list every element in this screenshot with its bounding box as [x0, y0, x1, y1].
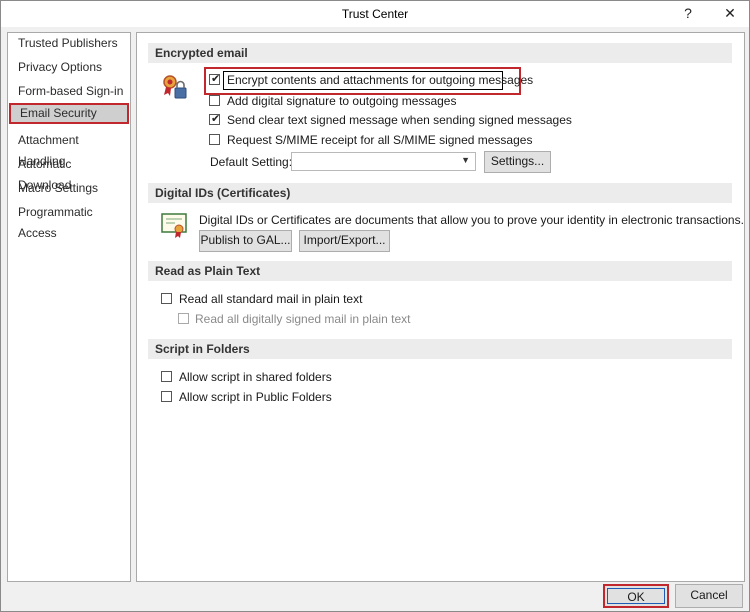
default-setting-label: Default Setting:: [210, 155, 293, 169]
encrypt-contents-checkbox[interactable]: ✔: [209, 73, 220, 85]
publish-to-gal-button[interactable]: Publish to GAL...: [199, 230, 292, 252]
trust-center-dialog: Trust Center ? ✕ Trusted Publishers Priv…: [0, 0, 750, 612]
section-header-script-folders: Script in Folders: [148, 339, 732, 359]
sidebar-item-form-based-sign-in[interactable]: Form-based Sign-in: [12, 81, 126, 102]
sidebar-item-trusted-publishers[interactable]: Trusted Publishers: [12, 33, 126, 54]
section-header-encrypted-email: Encrypted email: [148, 43, 732, 63]
clear-text-label: Send clear text signed message when send…: [227, 113, 572, 127]
read-signed-plain-checkbox: [178, 313, 189, 324]
read-standard-plain-checkbox[interactable]: [161, 293, 172, 304]
read-signed-plain-label: Read all digitally signed mail in plain …: [195, 312, 411, 326]
smime-receipt-checkbox[interactable]: [209, 134, 220, 145]
add-signature-label: Add digital signature to outgoing messag…: [227, 94, 457, 108]
sidebar-item-email-security[interactable]: Email Security: [9, 103, 129, 124]
certificate-lock-icon: [163, 75, 187, 99]
allow-script-shared-checkbox[interactable]: [161, 371, 172, 382]
default-setting-select[interactable]: ▼: [291, 152, 476, 171]
allow-script-shared-label: Allow script in shared folders: [179, 370, 332, 384]
ok-button[interactable]: OK: [603, 584, 669, 608]
ok-button-label: OK: [607, 588, 665, 604]
sidebar-item-programmatic-access[interactable]: Programmatic Access: [12, 202, 126, 240]
content-panel: Encrypted email ✔ Encrypt contents and a…: [136, 32, 745, 582]
clear-text-checkbox[interactable]: ✔: [209, 113, 220, 125]
chevron-down-icon: ▼: [461, 155, 470, 165]
certificate-icon: [161, 213, 187, 238]
dialog-title: Trust Center: [341, 7, 409, 21]
allow-script-public-checkbox[interactable]: [161, 391, 172, 402]
close-button[interactable]: ✕: [719, 5, 741, 22]
help-button[interactable]: ?: [677, 5, 699, 21]
cancel-button[interactable]: Cancel: [675, 584, 743, 608]
smime-receipt-label: Request S/MIME receipt for all S/MIME si…: [227, 133, 533, 147]
add-signature-checkbox[interactable]: [209, 95, 220, 106]
section-header-digital-ids: Digital IDs (Certificates): [148, 183, 732, 203]
digital-ids-description: Digital IDs or Certificates are document…: [199, 213, 744, 227]
section-header-plain-text: Read as Plain Text: [148, 261, 732, 281]
settings-button[interactable]: Settings...: [484, 151, 551, 173]
import-export-button[interactable]: Import/Export...: [299, 230, 390, 252]
sidebar-item-automatic-download[interactable]: Automatic Download: [12, 154, 126, 192]
encrypt-contents-label: Encrypt contents and attachments for out…: [227, 73, 534, 87]
sidebar: Trusted Publishers Privacy Options Form-…: [7, 32, 131, 582]
read-standard-plain-label: Read all standard mail in plain text: [179, 292, 363, 306]
sidebar-item-privacy-options[interactable]: Privacy Options: [12, 57, 126, 78]
sidebar-item-attachment-handling[interactable]: Attachment Handling: [12, 130, 126, 168]
sidebar-item-macro-settings[interactable]: Macro Settings: [12, 178, 126, 199]
allow-script-public-label: Allow script in Public Folders: [179, 390, 332, 404]
title-bar: Trust Center ? ✕: [1, 1, 749, 27]
